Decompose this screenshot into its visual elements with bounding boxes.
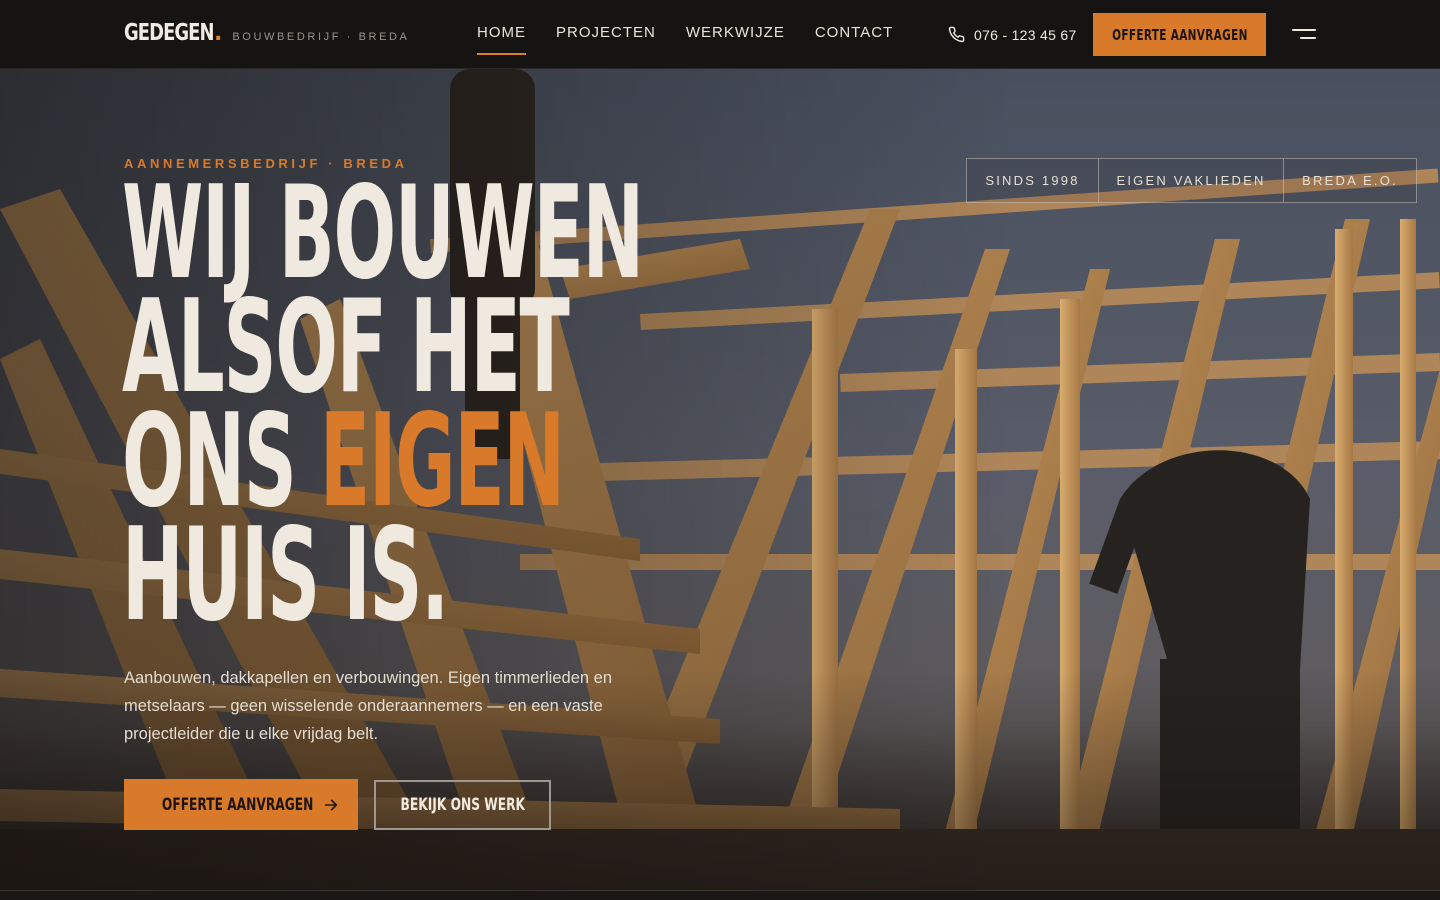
headline-line-4: HUIS IS. xyxy=(122,501,449,650)
section-divider xyxy=(0,890,1440,900)
main-nav: HOME PROJECTEN WERKWIJZE CONTACT xyxy=(477,24,893,55)
brand-logo[interactable]: GEDEGEN . BOUWBEDRIJF · BREDA xyxy=(124,20,410,46)
header-quote-label: OFFERTE AANVRAGEN xyxy=(1111,25,1248,44)
hero-lead-text: Aanbouwen, dakkapellen en verbouwingen. … xyxy=(124,669,612,743)
hero-badges: SINDS 1998 EIGEN VAKLIEDEN BREDA E.O. xyxy=(966,158,1417,203)
header-quote-button[interactable]: OFFERTE AANVRAGEN xyxy=(1093,13,1266,56)
hero-headline: WIJ BOUWEN ALSOF HET ONS EIGEN HUIS IS. xyxy=(122,170,644,650)
badge-since: SINDS 1998 xyxy=(985,173,1080,188)
nav-item-home[interactable]: HOME xyxy=(477,24,526,55)
phone-icon xyxy=(948,26,965,43)
phone-number: 076 - 123 45 67 xyxy=(974,26,1077,43)
badge-region: BREDA E.O. xyxy=(1283,159,1416,202)
brand-name: GEDEGEN xyxy=(124,20,215,46)
nav-item-projecten[interactable]: PROJECTEN xyxy=(556,24,656,55)
phone-link[interactable]: 076 - 123 45 67 xyxy=(948,26,1077,43)
nav-item-contact[interactable]: CONTACT xyxy=(815,24,893,55)
site-header: GEDEGEN . BOUWBEDRIJF · BREDA HOME PROJE… xyxy=(0,0,1440,69)
brand-dot: . xyxy=(214,21,223,46)
view-work-label: BEKIJK ONS WERK xyxy=(400,795,525,815)
nav-item-werkwijze[interactable]: WERKWIJZE xyxy=(686,24,785,55)
quote-request-button[interactable]: OFFERTE AANVRAGEN xyxy=(124,779,358,830)
menu-icon[interactable] xyxy=(1290,26,1318,44)
hero-section: AANNEMERSBEDRIJF · BREDA WIJ BOUWEN ALSO… xyxy=(0,69,1440,890)
quote-request-label: OFFERTE AANVRAGEN xyxy=(162,794,314,815)
menu-line-bottom xyxy=(1300,37,1316,39)
brand-subtitle: BOUWBEDRIJF · BREDA xyxy=(232,31,410,43)
badge-craftsmen: EIGEN VAKLIEDEN xyxy=(1098,159,1283,202)
arrow-right-icon xyxy=(324,799,337,810)
menu-line-top xyxy=(1292,29,1316,31)
view-work-button[interactable]: BEKIJK ONS WERK xyxy=(374,780,551,830)
